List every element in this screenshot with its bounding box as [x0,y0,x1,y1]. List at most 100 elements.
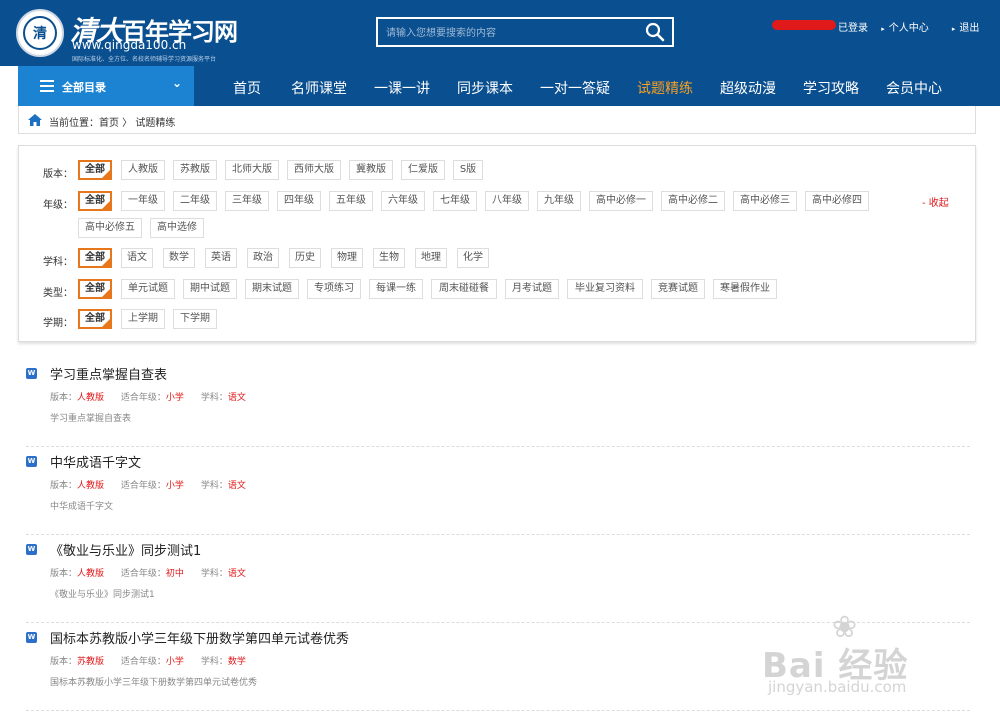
filter-subject-option[interactable]: 地理 [415,248,447,268]
filter-grade-option[interactable]: 四年级 [277,191,321,211]
meta-edition-label: 版本： [50,481,78,491]
catalog-dropdown[interactable]: 全部目录 ⌄ [18,66,194,106]
item-desc: 《敬业与乐业》同步测试1 [50,590,155,600]
filter-type-option[interactable]: 竞赛试题 [651,279,705,299]
filter-subject-option[interactable]: 历史 [289,248,321,268]
personal-center-link[interactable]: ▸ 个人中心 [881,23,939,34]
filter-type-option[interactable]: 毕业复习资料 [567,279,643,299]
nav-item-animation[interactable]: 超级动漫 [720,78,776,98]
filter-grade-all[interactable]: 全部 [78,191,112,211]
filter-subject-option[interactable]: 英语 [205,248,237,268]
nav-item-study-tips[interactable]: 学习攻略 [803,78,859,98]
meta-subject-value: 语文 [227,481,246,491]
filter-grade-option[interactable]: 八年级 [485,191,529,211]
filter-type-option[interactable]: 寒暑假作业 [713,279,777,299]
item-title[interactable]: 国标本苏教版小学三年级下册数学第四单元试卷优秀 [50,628,349,647]
filter-type-option[interactable]: 期中试题 [183,279,237,299]
filter-subject-option[interactable]: 化学 [457,248,489,268]
collapse-button[interactable]: - 收起 [922,194,949,209]
logout-link[interactable]: ▸ 退出 [952,23,990,34]
logout-label: 退出 [959,23,980,34]
meta-edition-value: 人教版 [77,569,105,579]
word-doc-icon: W [26,368,37,379]
filter-edition-option[interactable]: 西师大版 [287,160,341,180]
item-title[interactable]: 《敬业与乐业》同步测试1 [50,540,201,559]
filter-subject-option[interactable]: 政治 [247,248,279,268]
filter-edition-option[interactable]: 北师大版 [225,160,279,180]
item-meta: 版本：人教版 适合年级：小学 学科：语文 [50,390,246,403]
arrow-right-icon: ▸ [951,25,956,33]
chevron-down-icon: ⌄ [171,76,182,90]
nav-item-lesson[interactable]: 一课一讲 [374,78,430,98]
site-header: 清 清大百年学习网 www.qingda100.cn 国际标准化、全方位、名校名… [0,0,1000,66]
meta-grade-value: 初中 [165,569,184,579]
filter-subject-option[interactable]: 语文 [121,248,153,268]
meta-grade-label: 适合年级： [120,481,166,491]
filter-grade-option[interactable]: 一年级 [121,191,165,211]
site-logo[interactable]: 清 [16,9,64,57]
filter-type-option[interactable]: 单元试题 [121,279,175,299]
filter-grade-option[interactable]: 高中必修一 [589,191,653,211]
item-desc: 学习重点掌握自查表 [50,414,132,424]
search-button[interactable] [638,19,672,45]
filter-type-option[interactable]: 每课一练 [369,279,423,299]
filter-edition-option[interactable]: S版 [453,160,483,180]
filter-grade-option[interactable]: 高中必修三 [733,191,797,211]
item-meta: 版本：人教版 适合年级：初中 学科：语文 [50,566,246,579]
user-links: 已登录 ▸ 个人中心 ▸ 退出 [838,19,999,34]
meta-grade-label: 适合年级： [120,569,166,579]
filter-subject-option[interactable]: 物理 [331,248,363,268]
nav-item-exercises[interactable]: 试题精练 [637,78,693,98]
filter-type-option[interactable]: 周末碰碰餐 [431,279,497,299]
filter-term-all[interactable]: 全部 [78,309,112,329]
filter-subject-option[interactable]: 生物 [373,248,405,268]
word-doc-icon: W [26,632,37,643]
filter-term-option[interactable]: 下学期 [173,309,217,329]
filter-grade-option[interactable]: 七年级 [433,191,477,211]
meta-grade-value: 小学 [165,481,184,491]
nav-item-home[interactable]: 首页 [233,78,261,98]
item-title[interactable]: 中华成语千字文 [50,452,141,471]
nav-item-member-center[interactable]: 会员中心 [886,78,942,98]
filter-type-all[interactable]: 全部 [78,279,112,299]
meta-edition-label: 版本： [50,393,78,403]
filter-grade-option[interactable]: 九年级 [537,191,581,211]
brand-url: www.qingda100.cn [72,38,187,52]
filter-label-term: 学期： [43,318,73,329]
filter-grade-option[interactable]: 五年级 [329,191,373,211]
filter-grade-option[interactable]: 三年级 [225,191,269,211]
filter-edition-option[interactable]: 冀教版 [349,160,393,180]
filter-type-option[interactable]: 期末试题 [245,279,299,299]
filter-panel: 版本： 全部 人教版 苏教版 北师大版 西师大版 冀教版 仁爱版 S版 年级： … [18,145,976,342]
filter-type-option[interactable]: 专项练习 [307,279,361,299]
filter-grade-option[interactable]: 二年级 [173,191,217,211]
filter-edition-all[interactable]: 全部 [78,160,112,180]
list-item: W 学习重点掌握自查表 版本：人教版 适合年级：小学 学科：语文 学习重点掌握自… [26,359,970,447]
home-icon[interactable] [27,113,43,127]
filter-term-option[interactable]: 上学期 [121,309,165,329]
meta-grade-label: 适合年级： [120,657,166,667]
meta-subject-label: 学科： [200,657,228,667]
redacted-username [772,20,836,30]
filter-grade-option[interactable]: 高中必修四 [805,191,869,211]
filter-grade-option[interactable]: 高中必修五 [78,218,142,238]
filter-grade-option[interactable]: 六年级 [381,191,425,211]
search-input[interactable] [386,25,636,41]
meta-subject-value: 语文 [227,569,246,579]
list-item: W 中华成语千字文 版本：人教版 适合年级：小学 学科：语文 中华成语千字文 [26,447,970,535]
meta-subject-label: 学科： [200,569,228,579]
filter-subject-all[interactable]: 全部 [78,248,112,268]
filter-edition-option[interactable]: 苏教版 [173,160,217,180]
nav-item-tutoring[interactable]: 一对一答疑 [540,78,610,98]
logo-seal: 清 [23,16,57,50]
filter-label-edition: 版本： [43,169,73,180]
filter-type-option[interactable]: 月考试题 [505,279,559,299]
nav-item-teacher-class[interactable]: 名师课堂 [291,78,347,98]
item-title[interactable]: 学习重点掌握自查表 [50,364,167,383]
filter-grade-option[interactable]: 高中必修二 [661,191,725,211]
filter-edition-option[interactable]: 人教版 [121,160,165,180]
filter-subject-option[interactable]: 数学 [163,248,195,268]
nav-item-textbook[interactable]: 同步课本 [457,78,513,98]
filter-grade-option[interactable]: 高中选修 [150,218,204,238]
filter-edition-option[interactable]: 仁爱版 [401,160,445,180]
